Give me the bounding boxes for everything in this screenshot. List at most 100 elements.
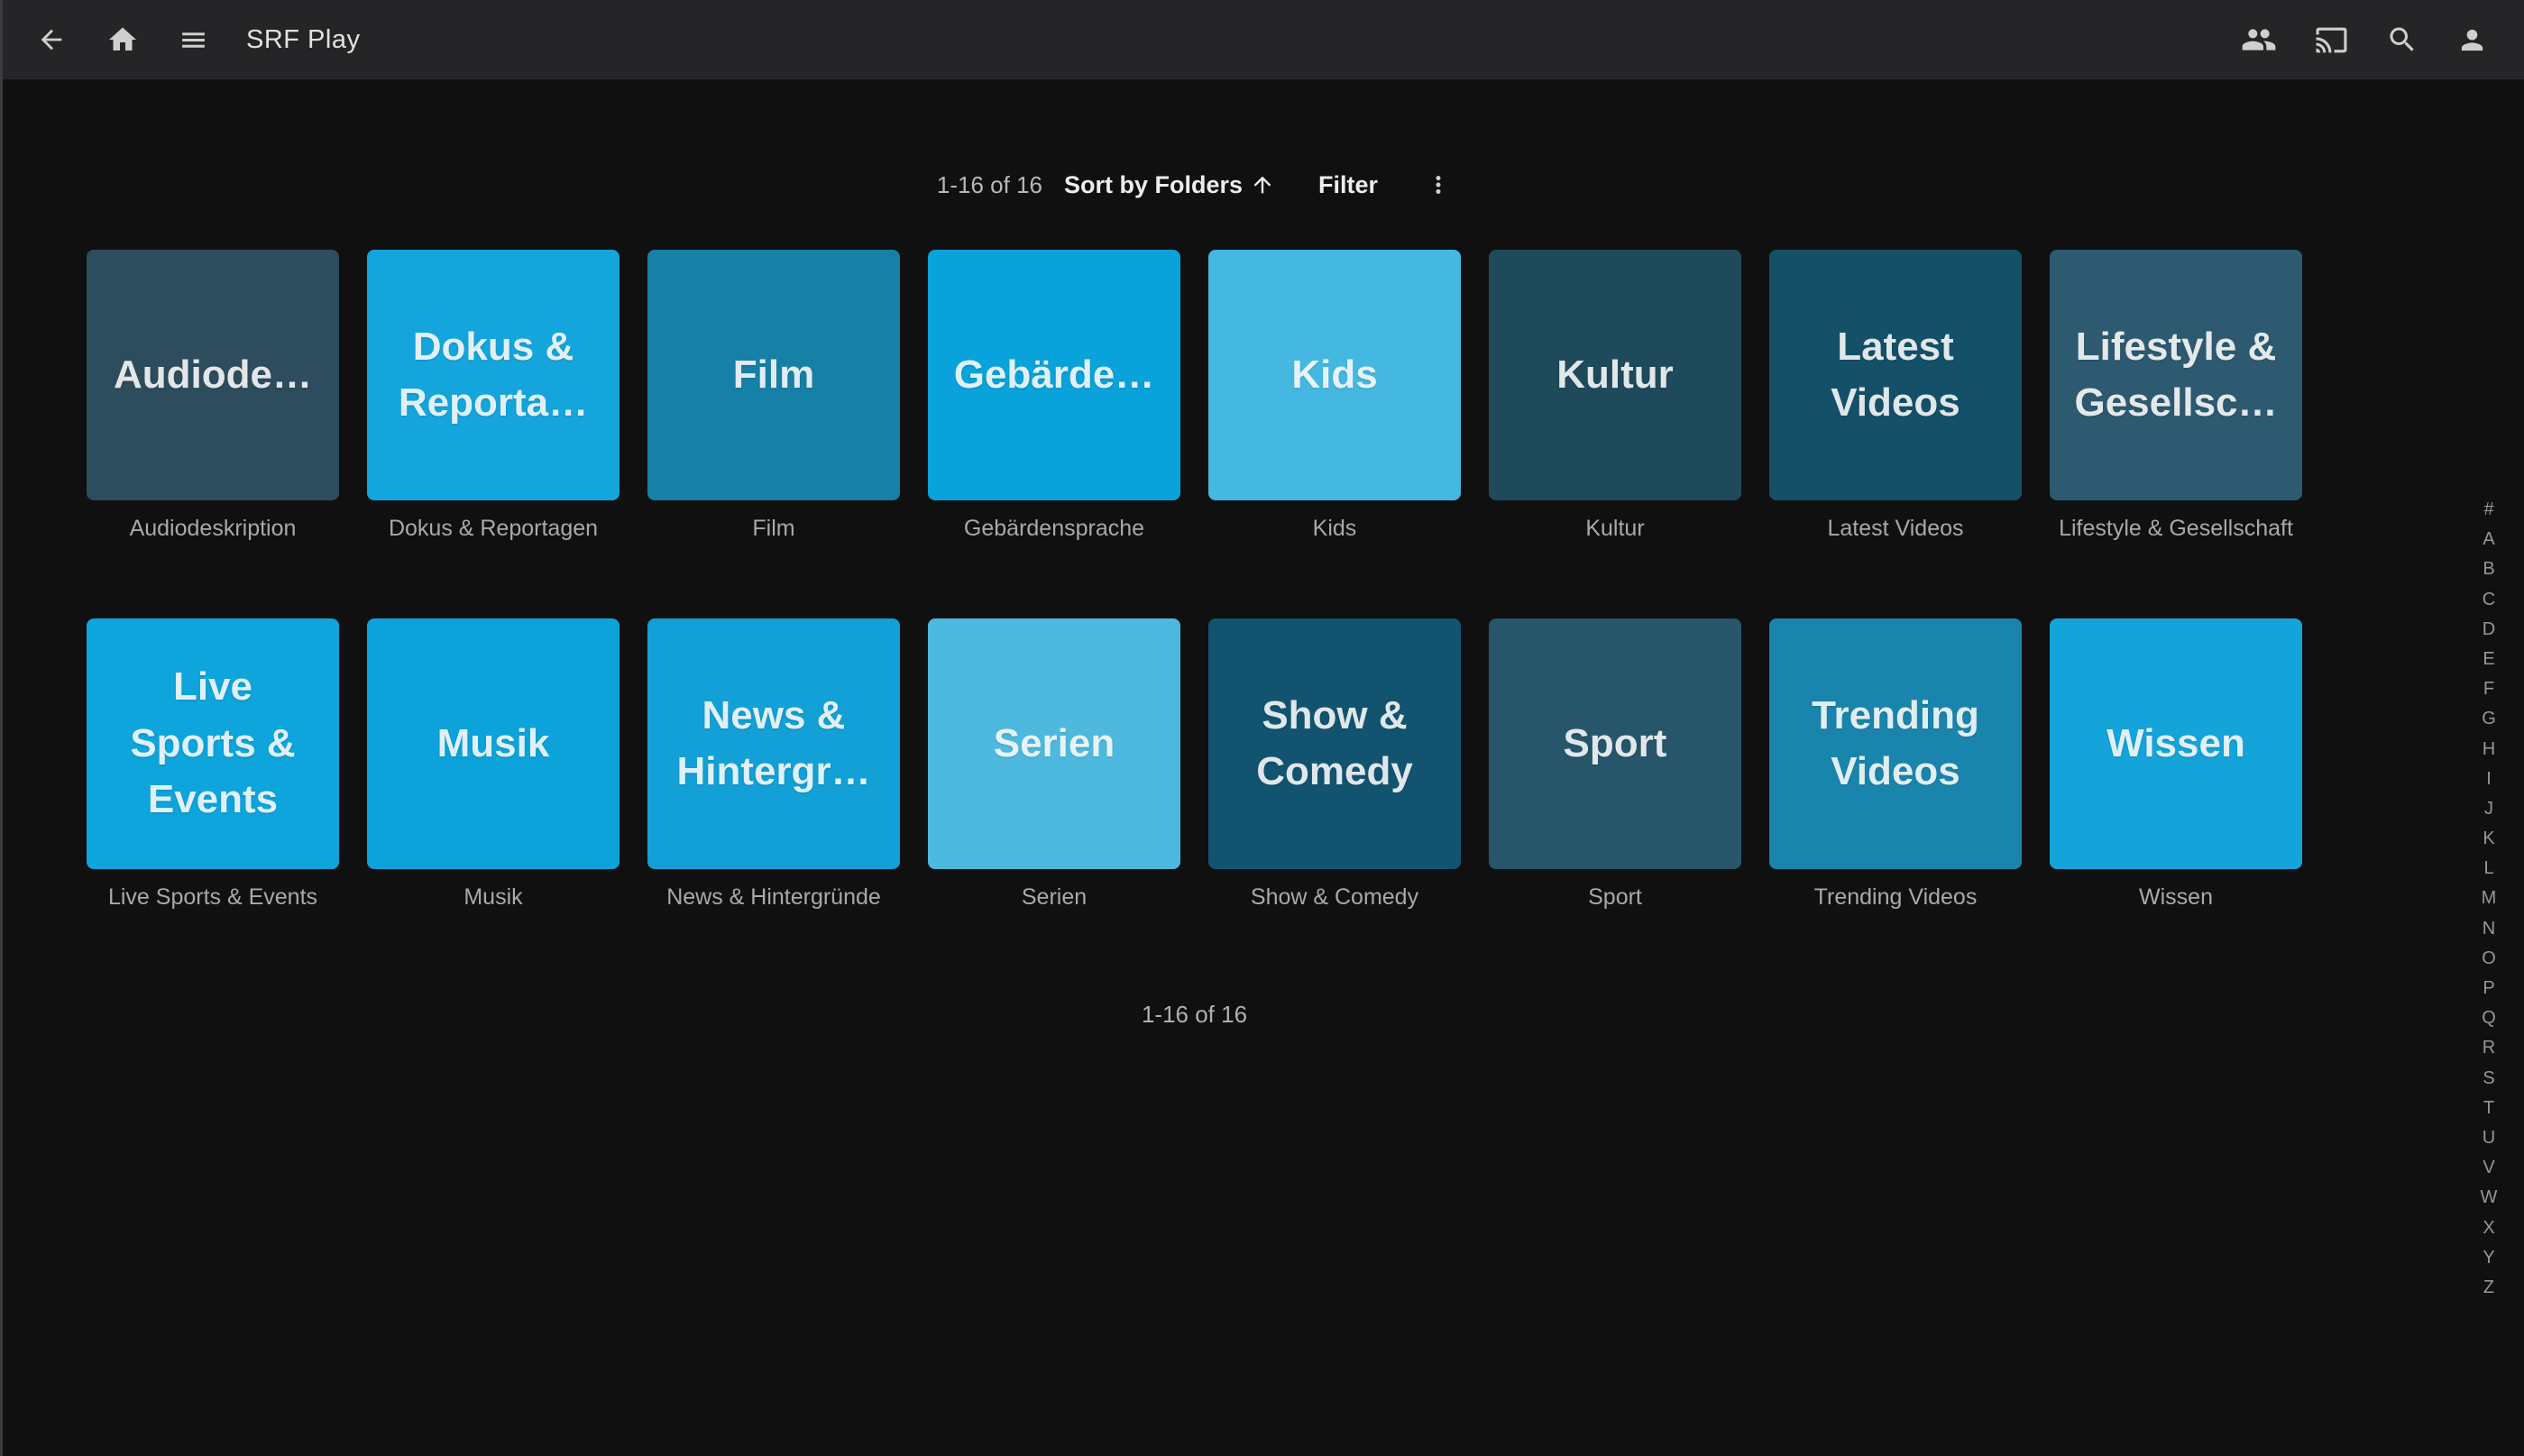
alphabet-jump-letter[interactable]: R (2466, 1033, 2511, 1063)
syncplay-group-icon (2241, 22, 2277, 58)
user-profile-button[interactable] (2456, 24, 2488, 56)
folder-card[interactable]: Gebärde… Gebärdensprache (928, 250, 1180, 542)
folder-card-label: Musik (367, 884, 620, 911)
alphabet-jump-letter[interactable]: E (2466, 645, 2511, 674)
folder-card[interactable]: Latest Videos Latest Videos (1769, 250, 2022, 542)
folder-tile[interactable]: Audiode… (87, 250, 339, 500)
folder-card[interactable]: Live Sports & EventsLive Sports & Events (87, 618, 339, 911)
folder-tile-title: Dokus & Reporta… (399, 319, 588, 432)
folder-card-label: Sport (1489, 884, 1741, 911)
folder-tile[interactable]: Sport (1489, 618, 1741, 869)
folder-card[interactable]: Show & Comedy Show & Comedy (1208, 618, 1461, 911)
folder-card[interactable]: Wissen Wissen (2050, 618, 2302, 911)
folder-card-label: Wissen (2050, 884, 2302, 911)
folder-card-label: Show & Comedy (1208, 884, 1461, 911)
folder-tile-title: Kultur (1556, 347, 1674, 403)
folder-tile[interactable]: Film (647, 250, 900, 500)
alphabet-jump-letter[interactable]: X (2466, 1213, 2511, 1243)
folder-card[interactable]: News & Hintergr… News & Hintergründe (647, 618, 900, 911)
folder-card[interactable]: Dokus & Reporta…Dokus & Reportagen (367, 250, 620, 542)
sort-button[interactable]: Sort by Folders (1064, 171, 1275, 199)
alphabet-jump-letter[interactable]: W (2466, 1183, 2511, 1213)
alphabet-jump-letter[interactable]: D (2466, 615, 2511, 645)
folder-tile[interactable]: Kultur (1489, 250, 1741, 500)
alphabet-jump-letter[interactable]: A (2466, 525, 2511, 554)
alphabet-jump-letter[interactable]: U (2466, 1123, 2511, 1153)
folder-tile[interactable]: Musik (367, 618, 620, 869)
folder-tile[interactable]: Show & Comedy (1208, 618, 1461, 869)
folder-card[interactable]: Kultur Kultur (1489, 250, 1741, 542)
folder-tile[interactable]: Serien (928, 618, 1180, 869)
alphabet-jump-letter[interactable]: S (2466, 1064, 2511, 1094)
folder-tile[interactable]: Kids (1208, 250, 1461, 500)
folder-tile[interactable]: Dokus & Reporta… (367, 250, 620, 500)
alphabet-jump-letter[interactable]: P (2466, 974, 2511, 1003)
alphabet-picker: #ABCDEFGHIJKLMNOPQRSTUVWXYZ (2466, 495, 2511, 1303)
folder-card[interactable]: Film Film (647, 250, 900, 542)
home-button[interactable] (106, 23, 139, 56)
alphabet-jump-letter[interactable]: H (2466, 735, 2511, 765)
folder-tile-title: Show & Comedy (1256, 688, 1413, 801)
folder-card[interactable]: KidsKids (1208, 250, 1461, 542)
folder-grid: Audiode… Audiodeskription Dokus & Reporta…… (87, 250, 2302, 911)
library-content: 1-16 of 16 Sort by Folders Filter (0, 79, 2389, 209)
folder-tile[interactable]: Live Sports & Events (87, 618, 339, 869)
folder-card-label: Film (647, 515, 900, 542)
alphabet-jump-letter[interactable]: Q (2466, 1003, 2511, 1033)
folder-card[interactable]: Audiode… Audiodeskription (87, 250, 339, 542)
arrow-up-icon (1250, 172, 1275, 197)
left-scrollbar-strip[interactable] (0, 0, 3, 1456)
alphabet-jump-letter[interactable]: F (2466, 674, 2511, 704)
alphabet-jump-letter[interactable]: O (2466, 944, 2511, 974)
folder-card[interactable]: Sport Sport (1489, 618, 1741, 911)
syncplay-button[interactable] (2241, 22, 2277, 58)
folder-card[interactable]: Musik Musik (367, 618, 620, 911)
alphabet-jump-letter[interactable]: Y (2466, 1243, 2511, 1273)
folder-tile[interactable]: Latest Videos (1769, 250, 2022, 500)
paging-info-top: 1-16 of 16 (937, 171, 1042, 199)
alphabet-jump-letter[interactable]: J (2466, 794, 2511, 824)
more-options-button[interactable] (1425, 171, 1452, 198)
folder-card[interactable]: Lifestyle & Gesellsc… Lifestyle & Gesells… (2050, 250, 2302, 542)
folder-tile-title: Film (733, 347, 814, 403)
folder-tile[interactable]: Lifestyle & Gesellsc… (2050, 250, 2302, 500)
alphabet-jump-letter[interactable]: Z (2466, 1273, 2511, 1303)
filter-button[interactable]: Filter (1318, 171, 1378, 199)
alphabet-jump-letter[interactable]: L (2466, 854, 2511, 884)
alphabet-jump-letter[interactable]: T (2466, 1094, 2511, 1123)
folder-tile-title: News & Hintergr… (676, 688, 870, 801)
back-button[interactable] (36, 24, 67, 55)
alphabet-jump-letter[interactable]: # (2466, 495, 2511, 525)
cast-button[interactable] (2315, 23, 2348, 57)
menu-button[interactable] (179, 25, 208, 55)
folder-tile[interactable]: Gebärde… (928, 250, 1180, 500)
folder-tile-title: Serien (994, 716, 1115, 772)
folder-card-label: Latest Videos (1769, 515, 2022, 542)
folder-tile-title: Trending Videos (1812, 688, 1979, 801)
folder-card[interactable]: SerienSerien (928, 618, 1180, 911)
folder-card-label: Trending Videos (1769, 884, 2022, 911)
search-icon (2386, 23, 2418, 56)
folder-tile[interactable]: News & Hintergr… (647, 618, 900, 869)
alphabet-jump-letter[interactable]: C (2466, 585, 2511, 615)
alphabet-jump-letter[interactable]: M (2466, 884, 2511, 913)
folder-card[interactable]: Trending Videos Trending Videos (1769, 618, 2022, 911)
folder-tile-title: Audiode… (114, 347, 312, 403)
folder-card-label: Gebärdensprache (928, 515, 1180, 542)
folder-tile[interactable]: Trending Videos (1769, 618, 2022, 869)
alphabet-jump-letter[interactable]: K (2466, 824, 2511, 854)
folder-tile[interactable]: Wissen (2050, 618, 2302, 869)
alphabet-jump-letter[interactable]: B (2466, 554, 2511, 584)
app-window: SRF Play (0, 0, 2524, 1456)
topbar-right-group (2241, 22, 2524, 58)
search-button[interactable] (2386, 23, 2418, 56)
alphabet-jump-letter[interactable]: G (2466, 704, 2511, 734)
folder-card-label: Lifestyle & Gesellschaft (2050, 515, 2302, 542)
alphabet-jump-letter[interactable]: V (2466, 1153, 2511, 1183)
folder-card-label: Audiodeskription (87, 515, 339, 542)
alphabet-jump-letter[interactable]: I (2466, 765, 2511, 794)
paging-info-bottom: 1-16 of 16 (0, 996, 2389, 1032)
folder-card-label: News & Hintergründe (647, 884, 900, 911)
alphabet-jump-letter[interactable]: N (2466, 914, 2511, 944)
folder-card-label: Kultur (1489, 515, 1741, 542)
